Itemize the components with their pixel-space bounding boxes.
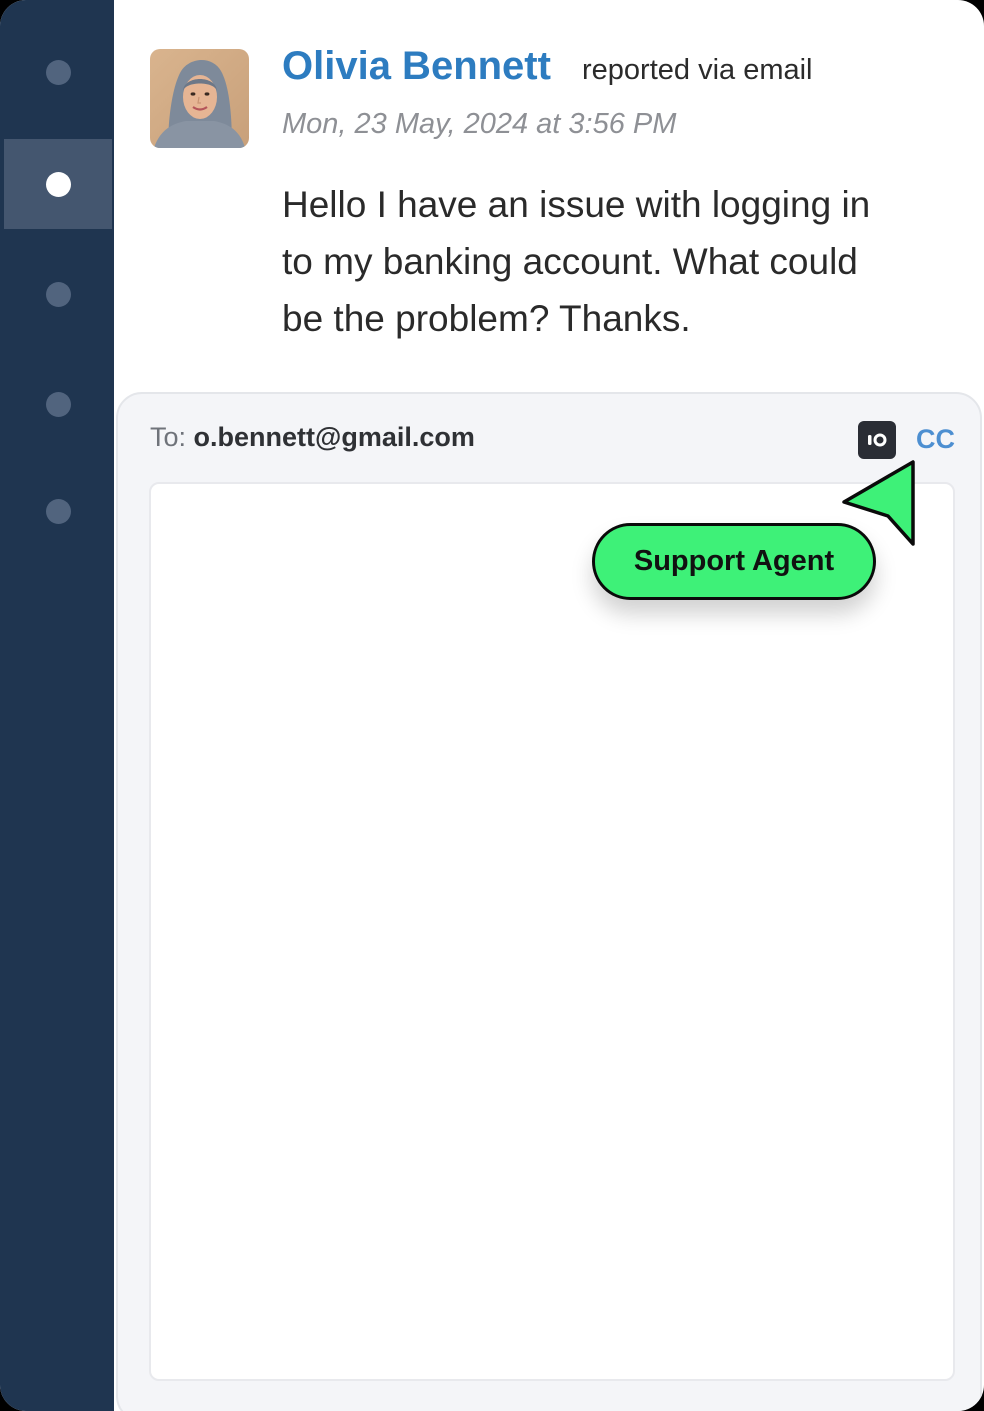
to-row: To: o.bennett@gmail.com bbox=[150, 422, 475, 453]
nav-dot-icon bbox=[45, 281, 71, 307]
nav-dot-icon bbox=[45, 59, 71, 85]
sidebar-item-2[interactable] bbox=[4, 139, 112, 229]
sender-name[interactable]: Olivia Bennett bbox=[282, 44, 551, 89]
cc-button[interactable]: CC bbox=[916, 424, 955, 455]
message-body: Hello I have an issue with logging in to… bbox=[282, 184, 871, 339]
sender-meta: reported via email bbox=[582, 54, 813, 86]
nav-dot-icon bbox=[45, 171, 71, 197]
sidebar-item-5[interactable] bbox=[4, 466, 112, 556]
sidebar-item-4[interactable] bbox=[4, 359, 112, 449]
ticket-window: Olivia Bennett reported via email Mon, 2… bbox=[0, 0, 984, 1411]
record-button[interactable] bbox=[858, 421, 896, 459]
to-email[interactable]: o.bennett@gmail.com bbox=[194, 422, 475, 452]
nav-dot-icon bbox=[45, 391, 71, 417]
sidebar bbox=[0, 0, 114, 1411]
nav-dot-icon bbox=[45, 498, 71, 524]
sidebar-item-1[interactable] bbox=[4, 27, 112, 117]
avatar bbox=[150, 49, 249, 148]
reply-editor[interactable] bbox=[149, 482, 955, 1381]
sidebar-item-3[interactable] bbox=[4, 249, 112, 339]
timestamp: Mon, 23 May, 2024 at 3:56 PM bbox=[282, 108, 677, 140]
cursor-label: Support Agent bbox=[592, 523, 876, 600]
to-label: To: bbox=[150, 422, 187, 452]
record-icon bbox=[868, 433, 887, 447]
